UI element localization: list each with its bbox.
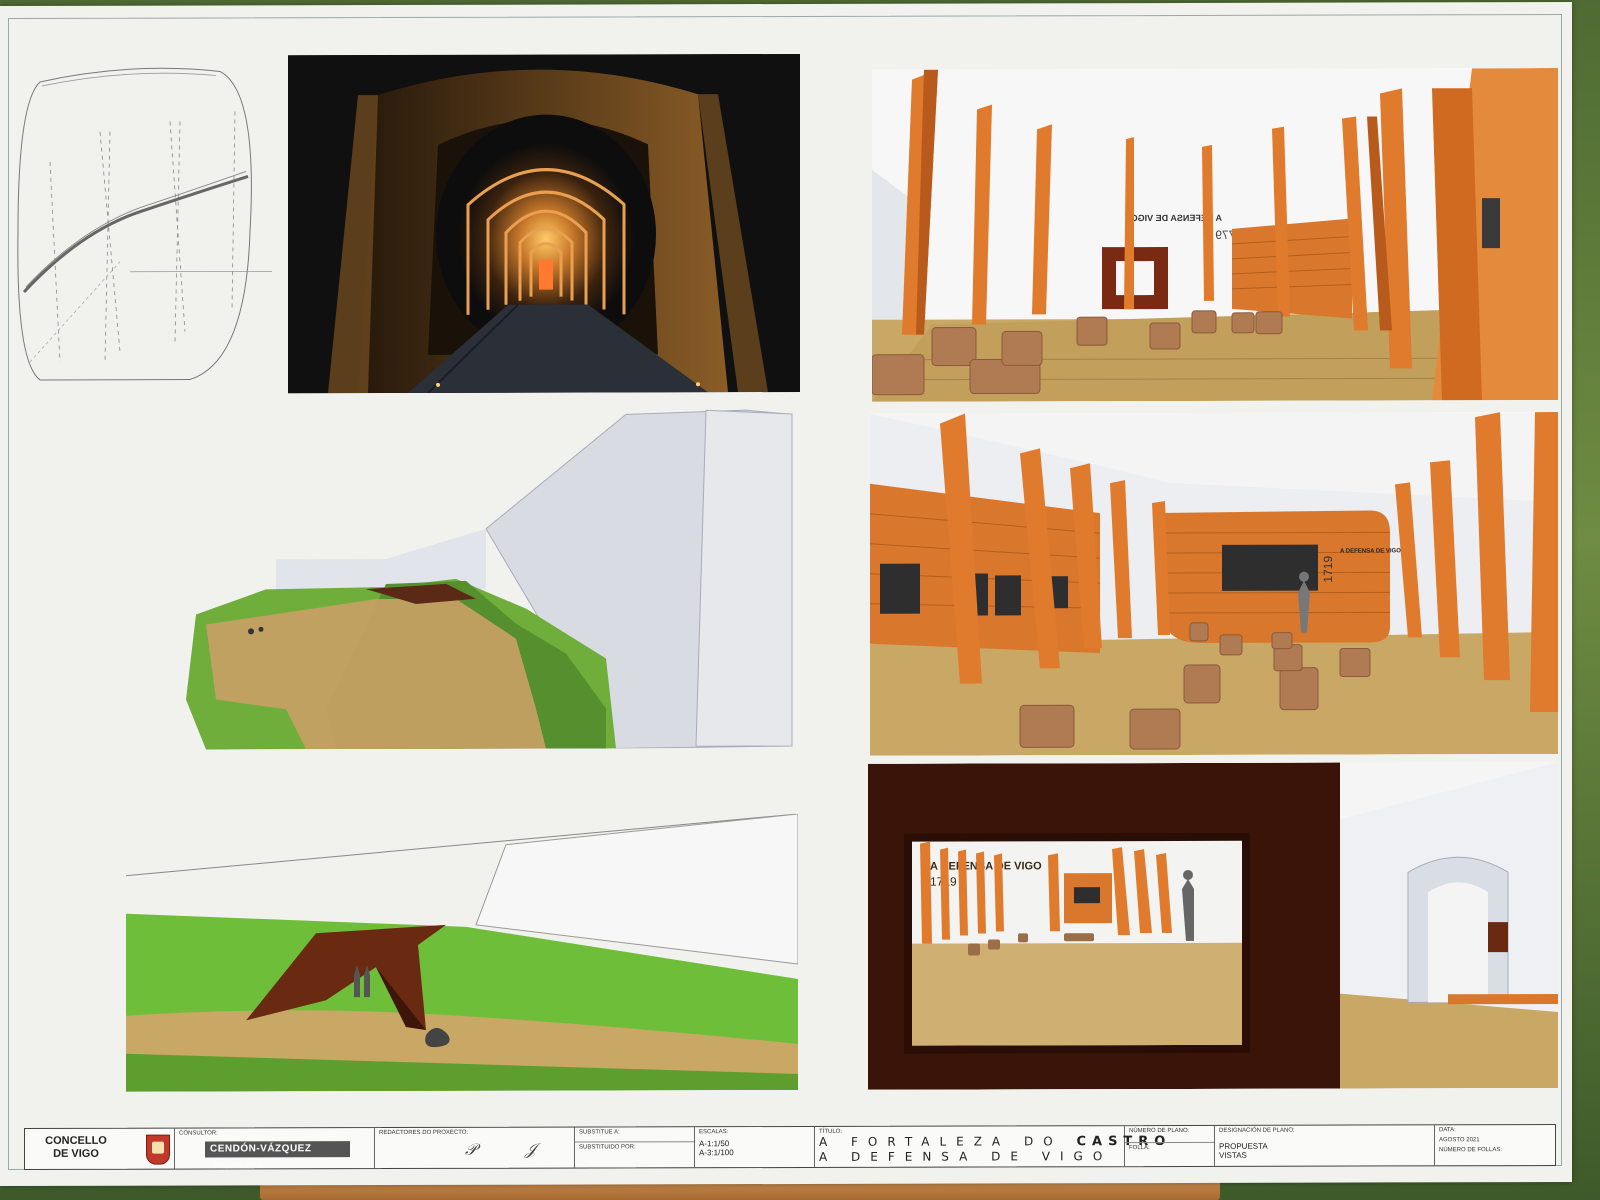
substituted-label: SUBSTITUIDO POR: — [579, 1144, 636, 1151]
signature-2-icon: 𝒥 — [525, 1139, 537, 1159]
sheet-label: FOLLA: — [1129, 1145, 1150, 1152]
client-name-line1: CONCELLO — [45, 1134, 107, 1147]
consultor-cell: CONSULTOR: CENDÓN-VÁZQUEZ ARQUITECTOS — [175, 1128, 375, 1169]
consultor-name: CENDÓN-VÁZQUEZ — [210, 1143, 312, 1155]
title-line2: A DEFENSA DE VIGO — [819, 1149, 1113, 1164]
tunnel-photo — [288, 53, 800, 394]
presentation-board: A DEFENSA DE VIGO 1779 A DEFENSA DE VIGO… — [0, 1, 1572, 1187]
plan-number-cell: NÚMERO DE PLANO: FOLLA: — [1125, 1125, 1215, 1167]
landscape-render-bottom — [126, 813, 798, 1092]
render-2-title: A DEFENSA DE VIGO — [1340, 548, 1401, 554]
render-2-year: 1719 — [1321, 556, 1335, 583]
plan-number-label: NÚMERO DE PLANO: — [1129, 1127, 1190, 1135]
pages-label: NÚMERO DE FOLLAS: — [1439, 1147, 1503, 1154]
landscape-render-top — [186, 407, 798, 750]
title-line1-prefix: A FORTALEZA DO — [819, 1134, 1063, 1149]
project-title-cell: TÍTULO: A FORTALEZA DO CASTRO A DEFENSA … — [815, 1126, 1171, 1167]
vigo-shield-icon — [146, 1134, 170, 1165]
date-cell: DATA: AGOSTO 2021 NÚMERO DE FOLLAS: — [1435, 1125, 1555, 1165]
interior-render-hull: A DEFENSA DE VIGO 1719 — [870, 411, 1558, 756]
consultor-badge: CENDÓN-VÁZQUEZ ARQUITECTOS — [205, 1141, 350, 1169]
designation-2: VISTAS — [1219, 1150, 1247, 1160]
title-block: CONCELLO DE VIGO CONSULTOR: CENDÓN-VÁZQU… — [24, 1123, 1556, 1170]
scale-a3: A-3:1/100 — [699, 1148, 734, 1158]
consultor-label: CONSULTOR: — [179, 1130, 218, 1137]
scales-label: ESCALAS: — [699, 1129, 729, 1136]
signature-1-icon: 𝒫 — [465, 1139, 477, 1159]
consultor-suffix: ARQUITECTOS — [214, 1163, 263, 1170]
designation-cell: DESIGNACIÓN DE PLANO: PROPUESTA VISTAS — [1215, 1125, 1435, 1166]
client-cell: CONCELLO DE VIGO — [25, 1128, 175, 1169]
scales-cell: ESCALAS: A-1:1/50 A-3:1/100 — [695, 1126, 815, 1168]
client-name-line2: DE VIGO — [53, 1147, 99, 1160]
interior-render-ribs: A DEFENSA DE VIGO 1779 — [872, 67, 1558, 402]
scale-a1: A-1:1/50 — [699, 1139, 730, 1149]
authors-label: REDACTORES DO PROXECTO: — [379, 1129, 469, 1137]
designation-label: DESIGNACIÓN DE PLANO: — [1219, 1127, 1295, 1134]
substitute-label: SUBSTITUE A: — [579, 1129, 620, 1136]
substitution-cell: SUBSTITUE A: SUBSTITUIDO POR: — [575, 1127, 695, 1168]
authors-cell: REDACTORES DO PROXECTO: 𝒫 𝒥 — [375, 1127, 575, 1169]
date-label: DATA: — [1439, 1127, 1456, 1134]
date-value: AGOSTO 2021 — [1439, 1137, 1480, 1144]
pencil-sketch — [10, 61, 272, 392]
frame-view-render: A DEFENSA DE VIGO 1719 — [868, 761, 1558, 1090]
